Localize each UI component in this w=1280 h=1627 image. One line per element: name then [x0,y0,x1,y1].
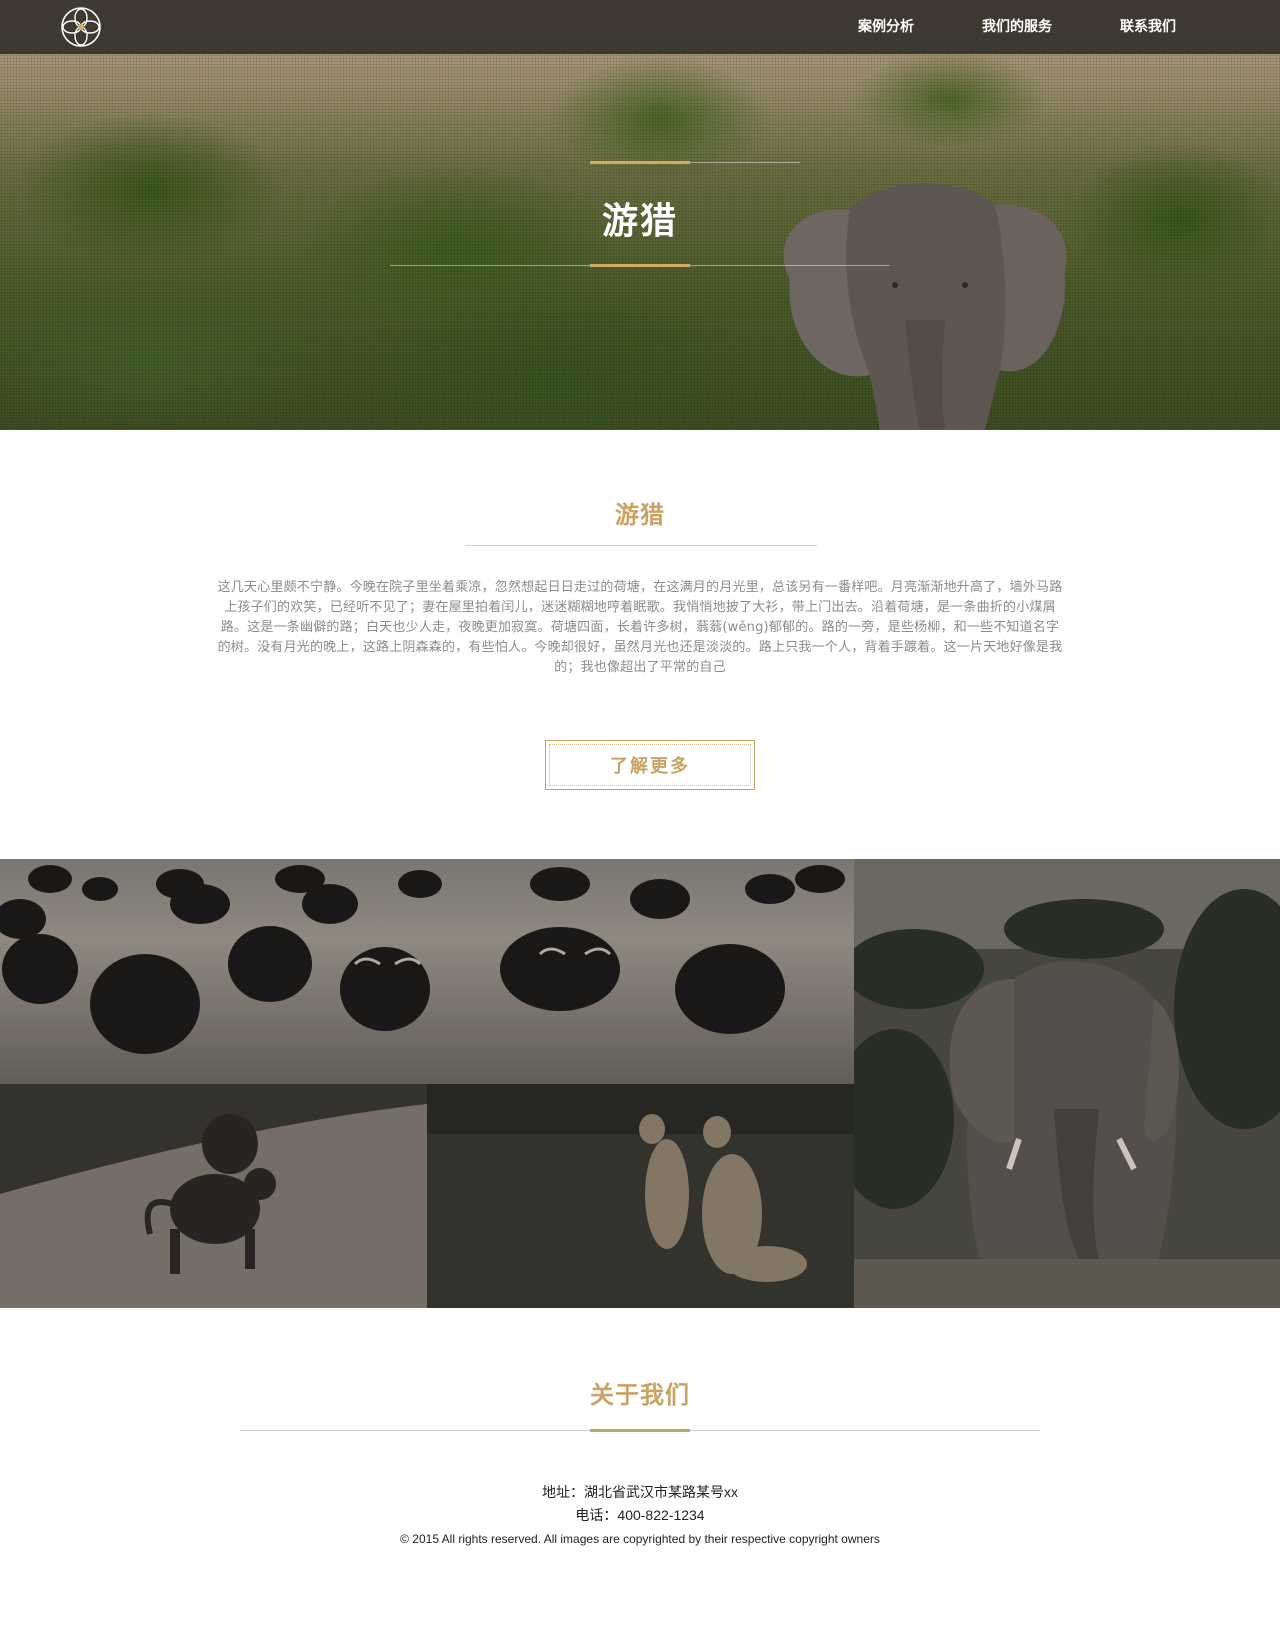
about-title: 关于我们 [590,1381,690,1409]
buffalo-herd-photo[interactable] [0,859,854,1084]
hero-divider-bottom-accent [590,264,690,267]
intro-paragraph: 这几天心里颇不宁静。今晚在院子里坐着乘凉，忽然想起日日走过的荷塘，在这满月的月光… [217,580,1063,675]
about-divider-accent [590,1429,690,1432]
intro-divider [465,545,817,546]
address-text: 地址：湖北省武汉市某路某号xx [542,1484,738,1500]
intro-title: 游猎 [615,501,665,529]
baboons-photo[interactable] [0,1084,427,1308]
hero-title: 游猎 [601,201,678,242]
hero-banner: 案例分析 我们的服务 联系我们 游猎 [0,0,1280,430]
top-navigation-bar: 案例分析 我们的服务 联系我们 [0,0,1280,54]
nav-item-case-analysis[interactable]: 案例分析 [824,0,948,54]
lionesses-photo[interactable] [427,1084,854,1308]
main-nav: 案例分析 我们的服务 联系我们 [824,0,1210,54]
nav-item-our-services[interactable]: 我们的服务 [948,0,1086,54]
hero-divider-top-accent [590,161,690,164]
flower-logo-icon[interactable] [60,6,102,48]
photo-gallery [0,859,1280,1308]
copyright-text: © 2015 All rights reserved. All images a… [400,1532,880,1546]
nav-item-contact-us[interactable]: 联系我们 [1086,0,1210,54]
elephant-photo[interactable] [854,859,1280,1308]
phone-text: 电话：400-822-1234 [575,1507,705,1523]
learn-more-button[interactable]: 了解更多 [545,740,755,790]
